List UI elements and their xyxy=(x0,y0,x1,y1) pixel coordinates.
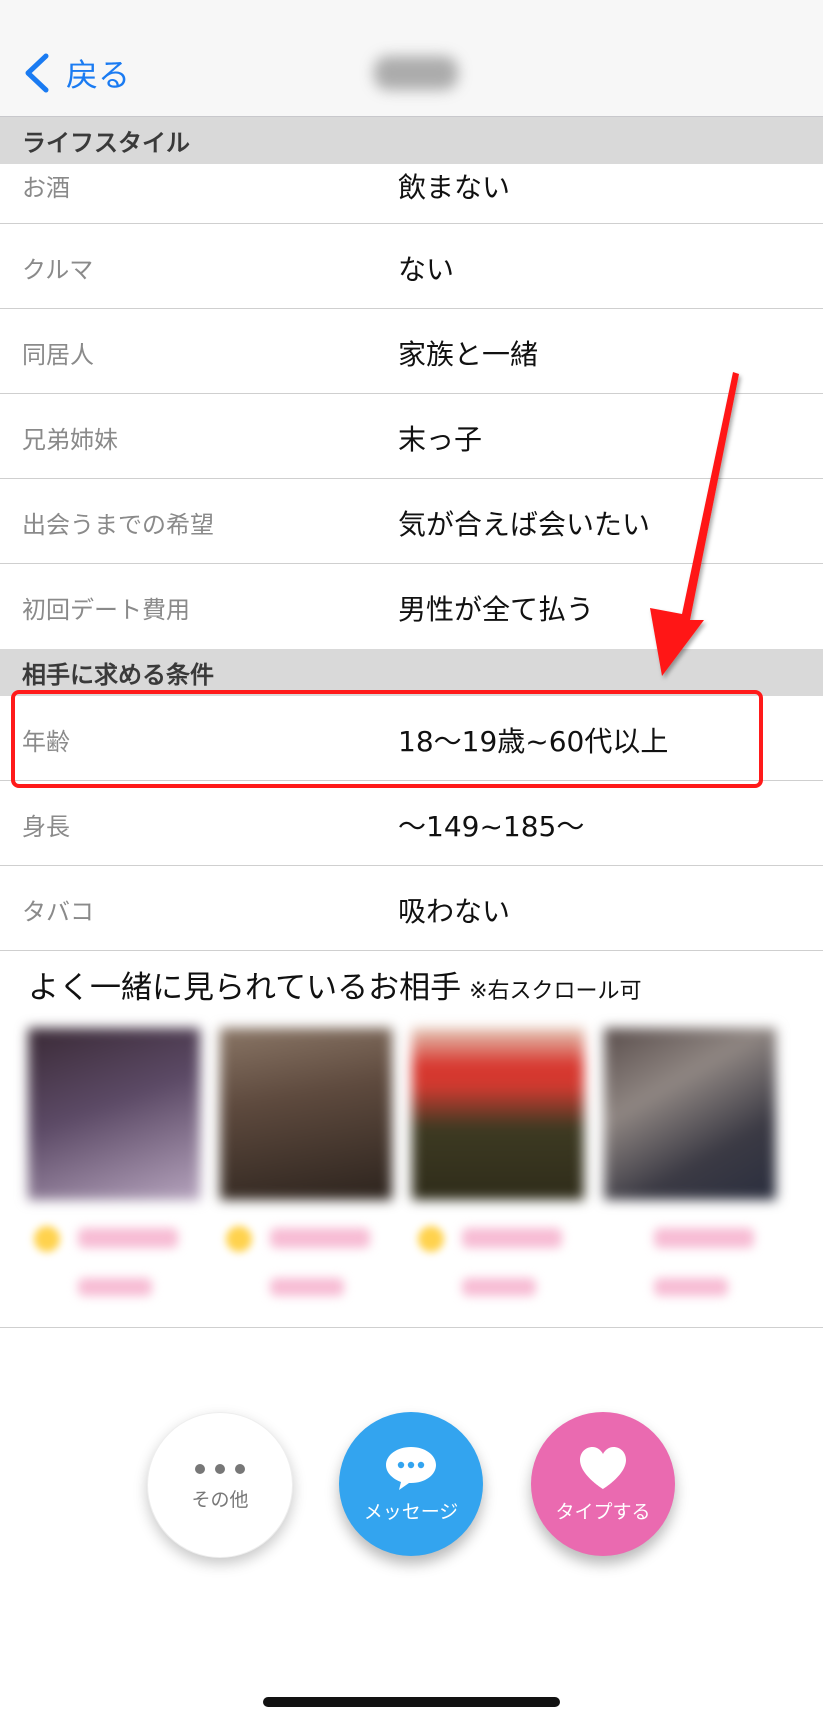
profile-photo xyxy=(28,1028,200,1200)
heart-icon xyxy=(580,1446,626,1489)
star-icon xyxy=(418,1226,444,1252)
message-button[interactable]: メッセージ xyxy=(339,1412,483,1556)
star-icon xyxy=(226,1226,252,1252)
more-label: その他 xyxy=(191,1488,249,1511)
profile-photo xyxy=(412,1028,584,1200)
highlight-box xyxy=(11,690,763,788)
blurred-badge xyxy=(78,1278,152,1296)
message-label: メッセージ xyxy=(363,1500,459,1523)
profile-card[interactable] xyxy=(28,1028,200,1296)
blurred-badge xyxy=(270,1278,344,1296)
profile-card[interactable] xyxy=(604,1028,776,1296)
profile-photo xyxy=(220,1028,392,1200)
recommend-carousel[interactable] xyxy=(0,1010,823,1328)
table-row: 身長 ～149~185～ xyxy=(0,781,823,866)
home-indicator[interactable] xyxy=(263,1697,560,1707)
row-key: タバコ xyxy=(22,898,94,926)
like-button[interactable]: タイプする xyxy=(531,1412,675,1556)
scroll-note: ※右スクロール可 xyxy=(469,979,642,1004)
profile-card[interactable] xyxy=(412,1028,584,1296)
speech-bubble-icon xyxy=(386,1446,436,1490)
row-key: 身長 xyxy=(22,813,70,841)
blurred-name xyxy=(78,1228,178,1248)
red-arrow-annotation xyxy=(650,372,739,676)
recommend-title-text: よく一緒に見られているお相手 xyxy=(28,970,462,1006)
blurred-badge xyxy=(462,1278,536,1296)
profile-photo xyxy=(604,1028,776,1200)
star-icon xyxy=(34,1226,60,1252)
blurred-name xyxy=(462,1228,562,1248)
row-value: 吸わない xyxy=(398,895,511,928)
like-label: タイプする xyxy=(555,1500,651,1523)
more-button[interactable]: その他 xyxy=(147,1412,293,1558)
blurred-name xyxy=(270,1228,370,1248)
blurred-name xyxy=(654,1228,754,1248)
recommend-title: よく一緒に見られているお相手 ※右スクロール可 xyxy=(28,962,642,1007)
table-row: タバコ 吸わない xyxy=(0,866,823,951)
ellipsis-icon xyxy=(195,1463,245,1474)
row-value: ～149~185～ xyxy=(398,810,585,843)
blurred-badge xyxy=(654,1278,728,1296)
profile-card[interactable] xyxy=(220,1028,392,1296)
